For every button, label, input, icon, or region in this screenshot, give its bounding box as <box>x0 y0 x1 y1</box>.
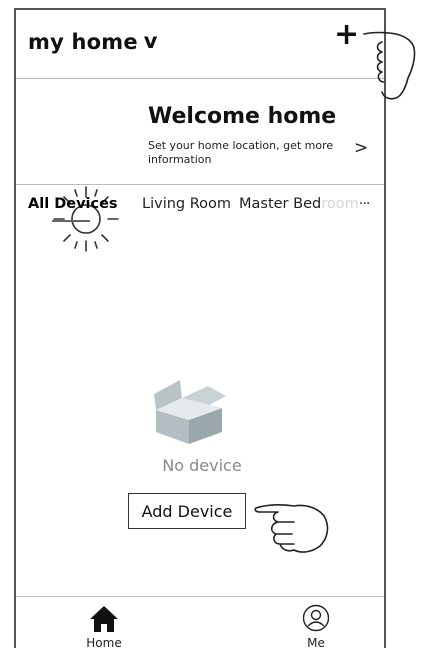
add-device-button[interactable]: Add Device <box>128 493 246 529</box>
divider <box>16 184 384 185</box>
home-icon <box>90 606 118 632</box>
user-icon <box>302 604 330 632</box>
welcome-card[interactable] <box>16 79 384 252</box>
divider <box>16 596 384 597</box>
tab-all-devices[interactable]: All Devices <box>28 196 118 212</box>
home-selector[interactable]: my home v <box>28 29 158 54</box>
sun-icon <box>53 186 119 252</box>
nav-me[interactable]: Me <box>286 602 346 650</box>
tab-label: Master Bed <box>239 196 322 212</box>
home-title: my home <box>28 30 138 54</box>
empty-box-icon <box>154 380 226 444</box>
tab-living-room[interactable]: Living Room <box>142 196 231 212</box>
more-tabs-icon[interactable]: ··· <box>359 196 371 212</box>
pointing-hand-icon <box>363 31 416 100</box>
add-icon[interactable]: + <box>334 20 359 50</box>
tab-label-faded: room <box>321 196 359 212</box>
nav-home[interactable]: Home <box>68 602 140 650</box>
tab-active-indicator <box>52 220 90 222</box>
no-device-message: No device <box>162 456 242 475</box>
nav-me-label: Me <box>307 636 325 650</box>
pointing-hand-icon <box>254 503 329 553</box>
chevron-down-icon: v <box>143 29 158 53</box>
chevron-right-icon[interactable]: > <box>354 138 368 158</box>
tab-master-bedroom[interactable]: Master Bedroom··· <box>239 196 371 212</box>
welcome-subtitle: Set your home location, get more informa… <box>148 139 334 166</box>
welcome-title: Welcome home <box>148 104 337 129</box>
nav-home-label: Home <box>86 636 122 650</box>
